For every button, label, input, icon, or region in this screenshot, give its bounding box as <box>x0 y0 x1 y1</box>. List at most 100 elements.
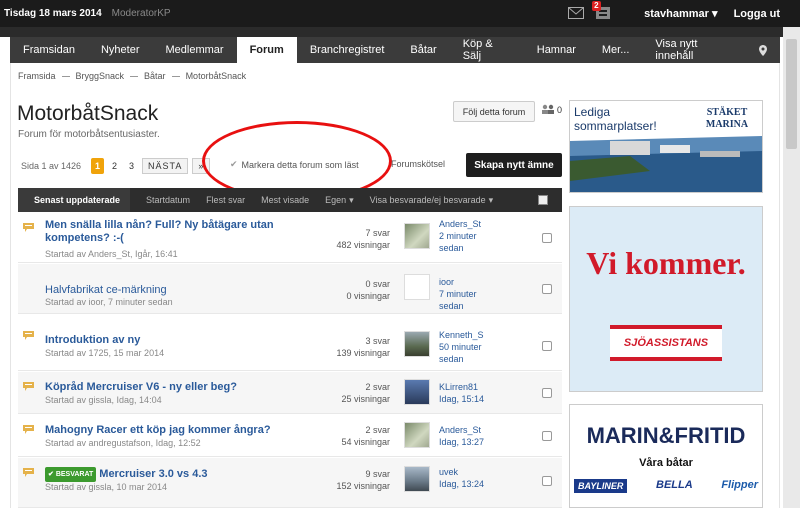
topic-title-text: Mercruiser 3.0 vs 4.3 <box>99 468 208 480</box>
filter-answered[interactable]: Visa besvarade/ej besvarade ▾ <box>370 195 493 206</box>
avatar[interactable] <box>404 379 430 405</box>
speech-bubble-icon <box>23 331 34 340</box>
page-3[interactable]: 3 <box>125 158 138 174</box>
follow-forum-button[interactable]: Följ detta forum <box>453 101 535 122</box>
scrollbar-thumb[interactable] <box>786 39 797 149</box>
new-topic-button[interactable]: Skapa nytt ämne <box>466 153 562 177</box>
topic-title[interactable]: ✔ BESVARAT Mercruiser 3.0 vs 4.3 <box>45 467 315 482</box>
ad-brand: STÄKET MARINA <box>705 107 749 130</box>
breadcrumb-item[interactable]: BryggSnack <box>76 71 125 81</box>
last-poster[interactable]: KLirren81 <box>439 381 484 393</box>
solved-badge: ✔ BESVARAT <box>45 467 97 482</box>
page-1[interactable]: 1 <box>91 158 105 174</box>
reply-count: 0 svar <box>365 279 390 289</box>
page-subtitle: Forum för motorbåtsentusiaster. <box>18 129 160 140</box>
topic-sort-bar: Senast uppdaterade Startdatum Flest svar… <box>18 188 562 212</box>
sort-most-viewed[interactable]: Mest visade <box>261 195 309 205</box>
topic-checkbox[interactable] <box>542 431 552 441</box>
last-post-info: Kenneth_S 50 minuter sedan <box>439 329 484 365</box>
ad-text: Lediga sommarplatser! <box>574 105 657 133</box>
next-page-button[interactable]: NÄSTA <box>142 158 189 174</box>
avatar[interactable] <box>404 274 430 300</box>
topic-checkbox[interactable] <box>542 284 552 294</box>
sort-last-updated[interactable]: Senast uppdaterade <box>18 188 131 212</box>
topic-title[interactable]: Mahogny Racer ett köp jag kommer ångra? <box>45 424 315 437</box>
nav-item-buy-sell[interactable]: Köp & Sälj <box>450 37 524 63</box>
location-pin-icon[interactable] <box>746 37 780 63</box>
user-menu[interactable]: stavhammar ▾ <box>644 7 717 20</box>
view-count: 482 visningar <box>336 240 390 250</box>
topic-started-by: Startad av 1725, 15 mar 2014 <box>45 348 165 358</box>
partner-logos: BAYLINER BELLA Flipper <box>574 479 758 493</box>
ad-brand: SJÖASSISTANS <box>623 337 709 349</box>
breadcrumb-item[interactable]: MotorbåtSnack <box>186 71 247 81</box>
topic-started-by: Startad av andregustafson, Idag, 12:52 <box>45 438 201 448</box>
logo-flipper: Flipper <box>721 479 758 491</box>
nav-background <box>0 27 800 37</box>
nav-item-harbors[interactable]: Hamnar <box>524 37 589 63</box>
view-count: 25 visningar <box>341 394 390 404</box>
topic-checkbox[interactable] <box>542 233 552 243</box>
last-poster[interactable]: Kenneth_S <box>439 329 484 341</box>
table-row: ✔ BESVARAT Mercruiser 3.0 vs 4.3 Startad … <box>18 458 562 508</box>
breadcrumb-item[interactable]: Framsida <box>18 71 56 81</box>
last-post-time-suffix: sedan <box>439 354 464 364</box>
avatar[interactable] <box>404 466 430 492</box>
people-icon <box>541 104 555 116</box>
current-date: Tisdag 18 mars 2014 <box>4 8 102 19</box>
sort-custom[interactable]: Egen ▾ <box>325 195 354 206</box>
last-poster[interactable]: Anders_St <box>439 218 481 230</box>
ad-staket-marina[interactable]: Lediga sommarplatser! STÄKET MARINA <box>569 100 763 193</box>
last-post-time: 2 minuter <box>439 231 477 241</box>
followers-count: 0 <box>541 104 562 116</box>
avatar[interactable] <box>404 223 430 249</box>
topic-stats: 2 svar 25 visningar <box>341 381 390 405</box>
page-2[interactable]: 2 <box>108 158 121 174</box>
breadcrumb-item[interactable]: Båtar <box>144 71 166 81</box>
reply-count: 2 svar <box>365 425 390 435</box>
topic-title[interactable]: Köpråd Mercruiser V6 - ny eller beg? <box>45 381 315 394</box>
flag-logo: SJÖASSISTANS <box>610 325 722 361</box>
last-poster[interactable]: uvek <box>439 466 484 478</box>
topic-started-by: Startad av gissla, Idag, 14:04 <box>45 395 162 405</box>
last-post-time: Idag, 13:24 <box>439 479 485 489</box>
avatar[interactable] <box>404 422 430 448</box>
sort-most-replies[interactable]: Flest svar <box>206 195 245 205</box>
last-poster[interactable]: Anders_St <box>439 424 484 436</box>
topic-checkbox[interactable] <box>542 388 552 398</box>
nav-item-boats[interactable]: Båtar <box>397 37 449 63</box>
nav-item-more[interactable]: Mer... <box>589 37 643 63</box>
last-post-time: 7 minuter <box>439 289 477 299</box>
sort-start-date[interactable]: Startdatum <box>146 195 190 205</box>
nav-item-forum[interactable]: Forum <box>236 37 297 63</box>
ad-subtitle: Våra båtar <box>639 457 693 469</box>
avatar[interactable] <box>404 331 430 357</box>
topic-checkbox[interactable] <box>542 341 552 351</box>
topic-title[interactable]: Halvfabrikat ce-märkning <box>45 284 315 297</box>
main-nav: Framsidan Nyheter Medlemmar Forum Branch… <box>10 37 780 63</box>
nav-item-registry[interactable]: Branchregistret <box>297 37 398 63</box>
topic-stats: 9 svar 152 visningar <box>336 468 390 492</box>
last-poster[interactable]: ioor <box>439 276 477 288</box>
nav-item-home[interactable]: Framsidan <box>10 37 88 63</box>
scrollbar[interactable] <box>783 27 800 508</box>
ad-sjoassistans[interactable]: Vi kommer. SJÖASSISTANS <box>569 206 763 392</box>
forum-tools-link[interactable]: Forumskötsel <box>391 159 445 169</box>
nav-item-members[interactable]: Medlemmar <box>153 37 237 63</box>
topic-title[interactable]: Introduktion av ny <box>45 334 315 347</box>
last-post-time: 50 minuter <box>439 342 482 352</box>
pagination: Sida 1 av 1426 1 2 3 NÄSTA » <box>21 158 211 174</box>
inbox-icon[interactable] <box>568 6 586 21</box>
sort-custom-label: Egen <box>325 195 347 205</box>
page-title: MotorbåtSnack <box>17 102 159 125</box>
topic-stats: 7 svar 482 visningar <box>336 227 390 251</box>
logout-link[interactable]: Logga ut <box>734 8 780 20</box>
table-row: Introduktion av ny Startad av 1725, 15 m… <box>18 321 562 371</box>
topic-checkbox[interactable] <box>542 476 552 486</box>
select-all-checkbox[interactable] <box>538 195 548 205</box>
ad-marin-fritid[interactable]: MARIN&FRITID Våra båtar BAYLINER BELLA F… <box>569 404 763 508</box>
topic-title[interactable]: Men snälla lilla nån? Full? Ny båtägare … <box>45 219 315 245</box>
view-new-content[interactable]: Visa nytt innehåll <box>642 37 746 63</box>
nav-item-news[interactable]: Nyheter <box>88 37 153 63</box>
notifications-icon[interactable]: 2 <box>592 0 614 21</box>
